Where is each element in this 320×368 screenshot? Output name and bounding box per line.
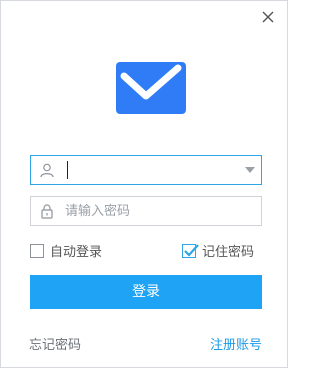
auto-login-option[interactable]: 自动登录 xyxy=(30,241,102,260)
chevron-down-icon[interactable] xyxy=(245,167,255,173)
forgot-password-link[interactable]: 忘记密码 xyxy=(29,334,81,353)
register-link[interactable]: 注册账号 xyxy=(210,334,262,353)
remember-password-checkbox[interactable] xyxy=(182,243,199,258)
close-icon[interactable] xyxy=(259,8,277,26)
checkmark-icon xyxy=(184,243,199,257)
password-input[interactable] xyxy=(65,200,255,222)
login-button[interactable]: 登录 xyxy=(30,275,262,309)
remember-password-option[interactable]: 记住密码 xyxy=(182,241,254,260)
mail-envelope-icon xyxy=(116,62,186,114)
username-field[interactable] xyxy=(30,155,262,185)
auto-login-label: 自动登录 xyxy=(50,245,103,260)
password-field[interactable] xyxy=(30,196,262,226)
username-input[interactable] xyxy=(65,159,235,181)
login-window: 自动登录 记住密码 登录 忘记密码 注册账号 xyxy=(0,0,288,368)
user-icon xyxy=(39,162,55,178)
auto-login-checkbox[interactable] xyxy=(30,243,44,258)
remember-password-label: 记住密码 xyxy=(202,245,255,260)
text-cursor xyxy=(67,161,68,179)
lock-icon xyxy=(39,203,55,219)
